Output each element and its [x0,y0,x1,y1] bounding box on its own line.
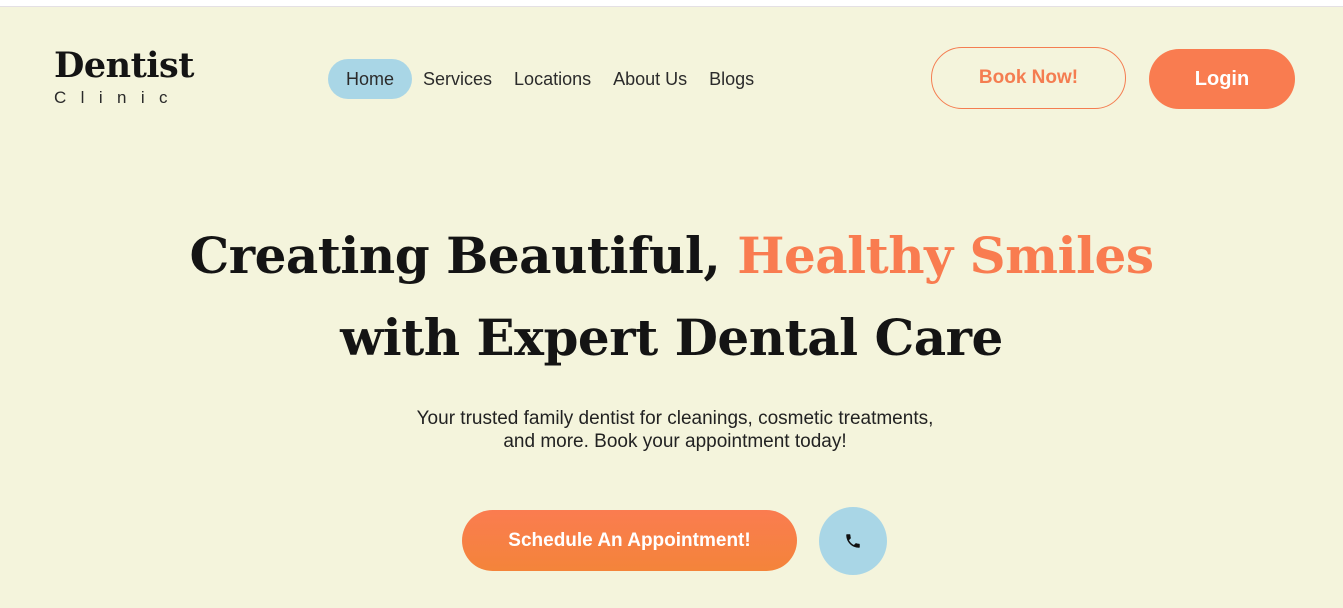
main-nav: Home Services Locations About Us Blogs [328,59,765,99]
top-strip [0,0,1343,7]
hero-title-part2: with Expert Dental Care [340,308,1003,367]
nav-item-home[interactable]: Home [328,59,413,99]
logo-title: Dentist [54,45,194,86]
nav-item-locations[interactable]: Locations [503,59,602,99]
hero-subtitle: Your trusted family dentist for cleaning… [300,407,1050,453]
logo[interactable]: Dentist Clinic [54,46,204,108]
hero-title: Creating Beautiful, Healthy Smiles with … [150,215,1193,379]
book-now-button[interactable]: Book Now! [931,47,1126,109]
hero-title-part1: Creating Beautiful, [189,226,738,285]
login-button[interactable]: Login [1149,49,1295,109]
logo-subtitle: Clinic [54,88,182,107]
call-button[interactable] [819,507,887,575]
schedule-appointment-button[interactable]: Schedule An Appointment! [462,510,797,571]
hero-subtitle-line2: and more. Book your appointment today! [503,431,847,452]
nav-item-blogs[interactable]: Blogs [698,59,765,99]
hero-subtitle-line1: Your trusted family dentist for cleaning… [416,408,934,429]
hero-title-accent: Healthy Smiles [737,226,1154,285]
nav-item-about-us[interactable]: About Us [602,59,698,99]
nav-item-services[interactable]: Services [412,59,503,99]
phone-icon [846,534,860,548]
